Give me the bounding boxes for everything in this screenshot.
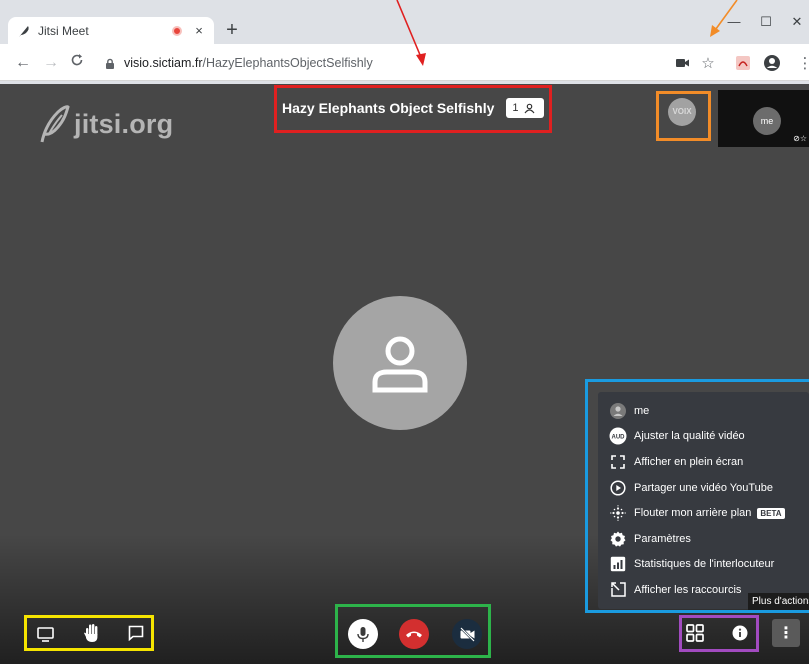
camera-off-icon xyxy=(459,626,475,642)
remote-participant-thumbnail[interactable]: VOIX xyxy=(668,98,696,126)
watermark-text: jitsi.org xyxy=(74,108,174,139)
more-actions-menu: me AUD Ajuster la qualité vidéo Afficher… xyxy=(598,392,809,609)
participants-count[interactable]: 1 xyxy=(506,98,545,118)
camera-icon[interactable] xyxy=(673,53,693,73)
user-placeholder-icon xyxy=(372,336,428,393)
feather-icon xyxy=(16,24,32,38)
beta-badge: BETA xyxy=(757,507,785,519)
user-avatar-icon xyxy=(609,402,627,420)
participants-count-value: 1 xyxy=(512,102,519,114)
aud-icon-text: AUD xyxy=(612,435,626,441)
menu-item-settings[interactable]: Paramètres xyxy=(598,526,809,552)
more-actions-tooltip: Plus d'actions xyxy=(748,593,809,611)
camera-off-button[interactable] xyxy=(452,619,482,649)
menu-item-label: Flouter mon arrière plan xyxy=(634,507,752,520)
info-icon[interactable] xyxy=(731,624,749,642)
subject-text: Hazy Elephants Object Selfishly xyxy=(282,100,495,116)
more-actions-button[interactable]: ⋮ xyxy=(772,619,800,647)
menu-item-blur[interactable]: Flouter mon arrière plan BETA xyxy=(598,500,809,526)
meeting-stage: jitsi.org Hazy Elephants Object Selfishl… xyxy=(0,84,809,664)
account-icon[interactable] xyxy=(762,53,782,73)
tab-close-icon[interactable]: × xyxy=(192,23,206,38)
close-window-icon[interactable]: ✕ xyxy=(785,14,809,30)
tile-view-icon[interactable] xyxy=(684,622,706,644)
menu-item-label: Ajuster la qualité vidéo xyxy=(634,430,745,443)
reload-icon[interactable] xyxy=(66,52,88,74)
hangup-button[interactable] xyxy=(399,619,429,649)
kebab-icon[interactable]: ⋮ xyxy=(795,53,809,73)
jitsi-watermark[interactable]: jitsi.org xyxy=(36,104,173,144)
screen-share-icon[interactable] xyxy=(35,625,55,643)
blur-icon xyxy=(609,504,627,522)
aud-icon: AUD xyxy=(609,427,627,445)
menu-item-label: me xyxy=(634,404,650,417)
record-dot-icon xyxy=(172,25,182,36)
menu-item-label: Statistiques de l'interlocuteur xyxy=(634,558,775,571)
new-tab-button[interactable]: + xyxy=(222,19,242,41)
back-icon[interactable]: ← xyxy=(12,52,34,74)
url-host: visio.sictiam.fr xyxy=(124,55,203,70)
microphone-button[interactable] xyxy=(348,619,378,649)
lock-icon xyxy=(104,57,116,69)
chat-icon[interactable] xyxy=(126,624,146,642)
participants-icon xyxy=(524,103,535,113)
menu-item-label: Afficher en plein écran xyxy=(634,455,744,468)
conference-subject: Hazy Elephants Object Selfishly 1 xyxy=(282,96,545,120)
browser-chrome: Jitsi Meet × + — ☐ ✕ ← → visio.sictiam.f… xyxy=(0,0,809,84)
large-avatar xyxy=(333,296,467,430)
stats-icon xyxy=(609,555,627,573)
star-icon[interactable]: ☆ xyxy=(698,53,718,73)
url-path: /HazyElephantsObjectSelfishly xyxy=(202,55,373,70)
maximize-icon[interactable]: ☐ xyxy=(754,14,778,30)
menu-item-label: Paramètres xyxy=(634,532,691,545)
self-status-icons: ⊘☆ xyxy=(793,134,807,143)
menu-item-profile[interactable]: me xyxy=(598,398,809,424)
browser-toolbar: ← → visio.sictiam.fr/HazyElephantsObject… xyxy=(0,44,809,81)
more-actions-icon: ⋮ xyxy=(778,625,794,642)
menu-item-stats[interactable]: Statistiques de l'interlocuteur xyxy=(598,552,809,578)
menu-item-video-quality[interactable]: AUD Ajuster la qualité vidéo xyxy=(598,424,809,450)
address-bar[interactable]: visio.sictiam.fr/HazyElephantsObjectSelf… xyxy=(96,49,656,76)
gear-icon xyxy=(609,530,627,548)
menu-item-label: Afficher les raccourcis xyxy=(634,583,742,596)
tab-title: Jitsi Meet xyxy=(38,23,89,38)
menu-item-youtube[interactable]: Partager une vidéo YouTube xyxy=(598,475,809,501)
pdf-extension-icon[interactable] xyxy=(733,53,753,73)
menu-item-fullscreen[interactable]: Afficher en plein écran xyxy=(598,449,809,475)
self-avatar: me xyxy=(753,107,781,135)
shortcut-icon xyxy=(609,581,627,599)
hangup-icon xyxy=(406,631,422,638)
raise-hand-icon[interactable] xyxy=(81,622,103,644)
url-text: visio.sictiam.fr/HazyElephantsObjectSelf… xyxy=(124,56,373,70)
browser-tab[interactable]: Jitsi Meet × xyxy=(8,17,214,44)
jitsi-feather-logo-icon xyxy=(40,105,70,143)
minimize-icon[interactable]: — xyxy=(722,14,746,29)
local-video-thumbnail[interactable]: me ⊘☆ xyxy=(718,90,809,147)
fullscreen-icon xyxy=(609,453,627,471)
forward-icon[interactable]: → xyxy=(40,52,62,74)
menu-item-label: Partager une vidéo YouTube xyxy=(634,481,774,494)
play-circle-icon xyxy=(609,479,627,497)
microphone-icon xyxy=(357,626,369,642)
